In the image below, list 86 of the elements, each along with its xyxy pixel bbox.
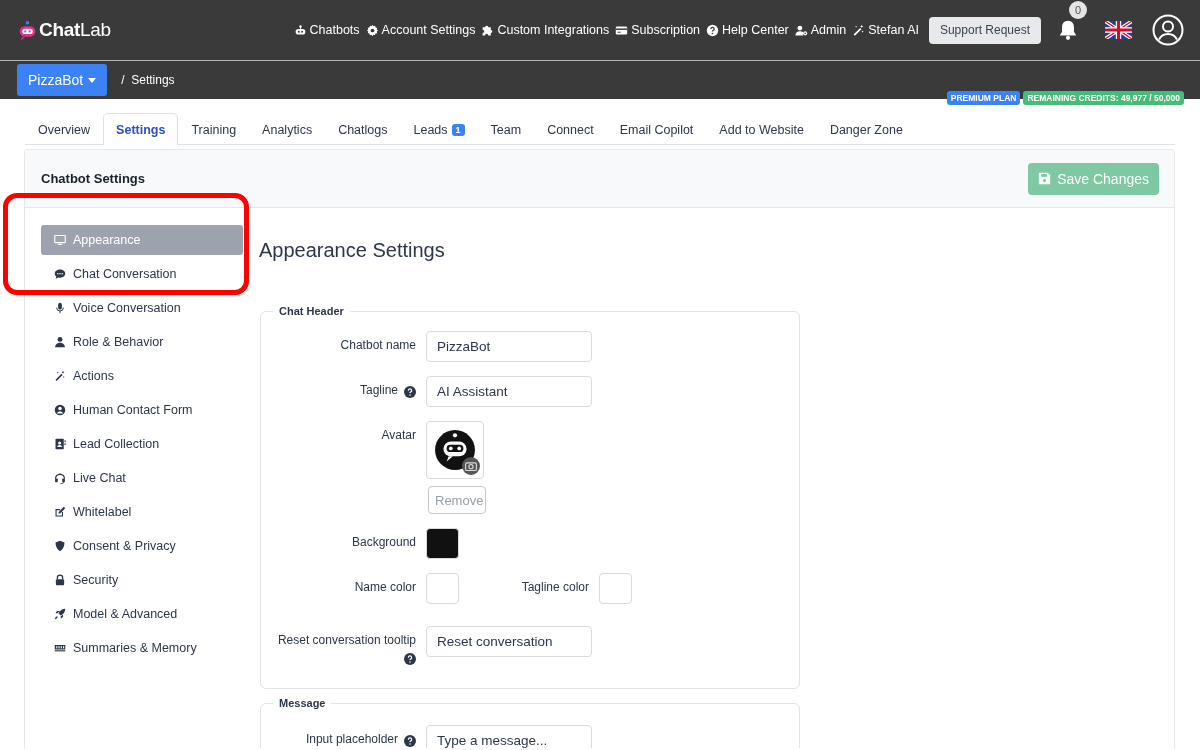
notification-count: 0 — [1069, 1, 1087, 19]
sidebar-item[interactable]: Role & Behavior — [41, 327, 243, 357]
field-label: Reset conversation tooltip — [277, 633, 416, 647]
monitor-icon — [54, 234, 66, 246]
sidebar-item[interactable]: Summaries & Memory — [41, 633, 243, 663]
chat-bubble-icon — [54, 268, 66, 280]
field-label: Input placeholder — [305, 732, 398, 746]
tab[interactable]: Overview — [25, 113, 104, 145]
tab[interactable]: Chatlogs — [325, 113, 401, 145]
sidebar-item[interactable]: Voice Conversation — [41, 293, 243, 323]
user-avatar-icon — [1152, 14, 1184, 46]
color-swatch[interactable] — [426, 528, 459, 559]
lock-icon — [54, 574, 66, 586]
headset-icon — [54, 472, 66, 484]
tab[interactable]: Team — [477, 113, 535, 145]
app-logo: ChatLab — [39, 19, 111, 41]
robot-icon — [293, 23, 307, 37]
magic-wand-icon — [852, 23, 866, 37]
tab[interactable]: Add to Website — [706, 113, 817, 145]
tab[interactable]: Settings — [103, 113, 179, 145]
text-field[interactable]: Reset conversation — [426, 626, 592, 657]
avatar-preview[interactable] — [426, 421, 484, 479]
sidebar-item[interactable]: Consent & Privacy — [41, 531, 243, 561]
tab[interactable]: Email Copilot — [606, 113, 707, 145]
nav-link[interactable]: Help Center — [706, 23, 789, 37]
puzzle-icon — [481, 23, 495, 37]
memory-chip-icon — [54, 642, 66, 654]
nav-link[interactable]: Admin — [794, 23, 847, 37]
nav-link[interactable]: Subscription — [615, 23, 701, 37]
nav-link[interactable]: Custom Integrations — [481, 23, 610, 37]
camera-icon — [462, 457, 480, 475]
settings-icon — [365, 23, 379, 37]
nav-link[interactable]: Account Settings — [365, 23, 476, 37]
sidebar-item[interactable]: Lead Collection — [41, 429, 243, 459]
field-label: Name color — [354, 580, 416, 594]
tab[interactable]: Leads 1 — [400, 113, 478, 145]
section-legend: Chat Header — [273, 305, 350, 317]
field-label: Avatar — [381, 428, 416, 442]
field-label: Tagline — [359, 383, 398, 397]
tab[interactable]: Danger Zone — [816, 113, 916, 145]
caret-icon — [88, 77, 97, 83]
text-field[interactable]: PizzaBot — [426, 331, 592, 362]
robot-avatar-icon — [434, 429, 476, 471]
section-title: Appearance Settings — [259, 239, 446, 262]
text-field[interactable]: AI Assistant — [426, 376, 592, 407]
edit-icon — [54, 506, 66, 518]
shield-icon — [54, 540, 66, 552]
robot-logo-icon — [17, 19, 38, 41]
tab[interactable]: Connect — [534, 113, 607, 145]
tab[interactable]: Training — [178, 113, 250, 145]
notification-bell-icon — [1057, 19, 1079, 41]
color-swatch[interactable] — [426, 573, 459, 604]
sidebar-item[interactable]: Actions — [41, 361, 243, 391]
sidebar-item[interactable]: Human Contact Form — [41, 395, 243, 425]
plan-badge: PREMIUM PLAN — [946, 91, 1021, 105]
user-icon — [794, 23, 808, 37]
section-legend: Message — [273, 697, 332, 709]
sidebar-item[interactable]: Live Chat — [41, 463, 243, 493]
field-label: Background — [351, 535, 416, 549]
help-icon — [706, 23, 720, 37]
person-icon — [54, 336, 66, 348]
sidebar-item[interactable]: Whitelabel — [41, 497, 243, 527]
card-title: Chatbot Settings — [41, 171, 145, 186]
credit-card-icon — [615, 23, 629, 37]
save-icon — [1038, 172, 1052, 185]
sidebar-item[interactable]: Model & Advanced — [41, 599, 243, 629]
user-circle-icon — [54, 404, 66, 416]
sidebar-item[interactable]: Security — [41, 565, 243, 595]
chatbot-dropdown[interactable]: PizzaBot — [17, 64, 108, 96]
count-badge: 1 — [451, 124, 465, 136]
field-label: Tagline color — [521, 580, 589, 594]
breadcrumb: / Settings — [121, 73, 175, 87]
rocket-icon — [54, 608, 66, 620]
contact-card-icon — [54, 438, 66, 450]
color-swatch[interactable] — [599, 573, 632, 604]
plan-badge: REMAINING CREDITS: 49,977 / 50,000 — [1023, 91, 1184, 105]
magic-wand-icon — [54, 370, 66, 382]
tab[interactable]: Analytics — [249, 113, 326, 145]
nav-link[interactable]: Chatbots — [293, 23, 360, 37]
nav-link[interactable]: Stefan AI — [852, 23, 919, 37]
microphone-icon — [54, 302, 66, 314]
field-label: Chatbot name — [340, 338, 416, 352]
uk-flag-icon — [1105, 21, 1132, 39]
sidebar-item[interactable]: Chat Conversation — [41, 259, 243, 289]
text-field[interactable]: Type a message... — [426, 725, 592, 748]
support-request-button[interactable]: Support Request — [928, 16, 1041, 44]
